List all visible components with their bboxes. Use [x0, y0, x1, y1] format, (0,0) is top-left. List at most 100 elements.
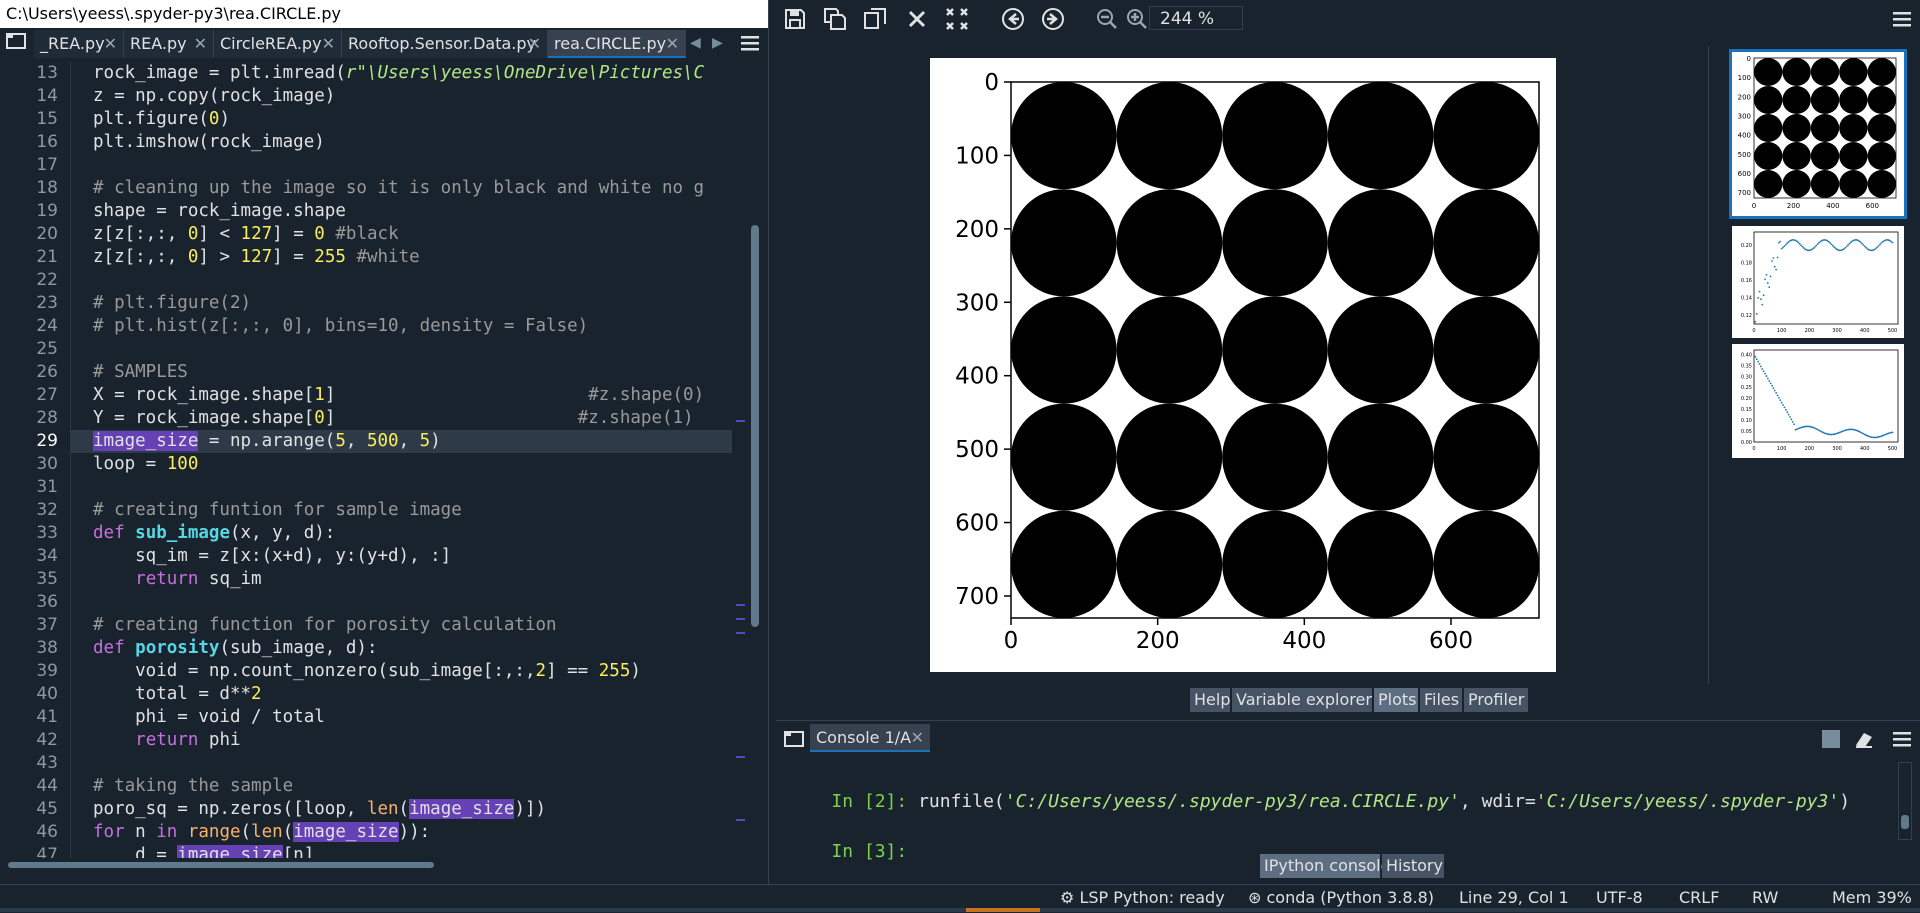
- close-tab-icon[interactable]: ✕: [666, 30, 679, 56]
- save-icon[interactable]: [782, 6, 808, 32]
- scrollbar-thumb[interactable]: [751, 225, 759, 627]
- copy-icon[interactable]: [862, 6, 888, 32]
- close-tab-icon[interactable]: ✕: [194, 30, 207, 58]
- circle-mark: [1327, 189, 1434, 297]
- close-all-icon[interactable]: [944, 6, 970, 32]
- tab-profiler[interactable]: Profiler: [1464, 688, 1528, 712]
- zoom-level-input[interactable]: 244 %: [1149, 6, 1243, 30]
- close-tab-icon[interactable]: ✕: [322, 30, 335, 58]
- tab-rea-circle[interactable]: rea.CIRCLE.py ✕: [548, 30, 686, 58]
- code-line[interactable]: poro_sq = np.zeros([loop, len(image_size…: [93, 798, 546, 821]
- zoom-out-icon[interactable]: [1094, 6, 1120, 32]
- scroll-tabs-left-icon[interactable]: ◀: [690, 32, 706, 54]
- code-line[interactable]: z[z[:,:, 0] > 127] = 255 #white: [93, 246, 420, 269]
- code-line[interactable]: z[z[:,:, 0] < 127] = 0 #black: [93, 223, 399, 246]
- clear-console-icon[interactable]: [1852, 728, 1876, 750]
- scatter-point: [1812, 247, 1815, 250]
- line-number: 32: [36, 500, 58, 520]
- code-editor[interactable]: 13 14 15 16 17 18 19 20 21 22 23 24 25 26 27 28 29 30 31 32…: [0, 62, 748, 858]
- circle-mark: [1116, 82, 1223, 190]
- close-tab-icon[interactable]: ✕: [528, 30, 541, 58]
- tab-help[interactable]: Help: [1190, 688, 1230, 712]
- scatter-point: [1778, 396, 1780, 399]
- scroll-tabs-right-icon[interactable]: ▶: [712, 32, 728, 54]
- code-line[interactable]: void = np.count_nonzero(sub_image[:,:,2]…: [93, 660, 641, 683]
- plots-options-menu-icon[interactable]: [1890, 8, 1914, 30]
- thumbnail-3[interactable]: 0 100 200 300 400 500 0.40 0.35 0.30 0.25 0.20 0.15…: [1732, 344, 1904, 458]
- scatter-point: [1775, 392, 1778, 394]
- circle-mark: [1782, 142, 1811, 170]
- code-line[interactable]: for n in range(len(image_size)):: [93, 821, 430, 844]
- y-tick-label: 0.40: [1741, 352, 1752, 358]
- code-line[interactable]: phi = void / total: [93, 706, 325, 729]
- circle-mark: [1839, 86, 1868, 114]
- editor-horizontal-scrollbar[interactable]: [4, 860, 744, 870]
- scrollbar-thumb[interactable]: [1901, 815, 1909, 829]
- tab-history[interactable]: History: [1382, 854, 1444, 878]
- code-line[interactable]: shape = rock_image.shape: [93, 200, 346, 223]
- code-line[interactable]: # plt.figure(2): [93, 292, 251, 315]
- scatter-point: [1766, 282, 1769, 284]
- close-tab-icon[interactable]: ✕: [104, 30, 117, 58]
- scrollbar-thumb[interactable]: [8, 862, 434, 868]
- code-line[interactable]: # cleaning up the image so it is only bl…: [93, 177, 704, 200]
- scatter-point: [1760, 365, 1762, 368]
- stop-kernel-icon[interactable]: [1822, 730, 1840, 748]
- code-line[interactable]: X = rock_image.shape[1] #z.shape(0): [93, 384, 704, 407]
- code-line[interactable]: # creating funtion for sample image: [93, 499, 462, 522]
- console-tab[interactable]: Console 1/A ✕: [810, 724, 930, 752]
- tab-files[interactable]: Files: [1420, 688, 1462, 712]
- editor-vertical-scrollbar[interactable]: [748, 62, 762, 858]
- scatter-point: [1758, 363, 1761, 365]
- tab-rooftop-sensor-data[interactable]: Rooftop.Sensor.Data.py ✕: [342, 30, 548, 58]
- console-scrollbar[interactable]: [1898, 762, 1912, 840]
- code-line[interactable]: d = image_size[n]: [93, 844, 314, 858]
- close-icon[interactable]: [904, 6, 930, 32]
- next-icon[interactable]: [1040, 6, 1066, 32]
- scatter-point: [1833, 246, 1836, 249]
- previous-icon[interactable]: [1000, 6, 1026, 32]
- tab-options-menu-icon[interactable]: [738, 32, 762, 54]
- code-line[interactable]: sq_im = z[x:(x+d), y:(y+d), :]: [93, 545, 451, 568]
- y-tick-label: 0.20: [1741, 243, 1752, 249]
- code-line[interactable]: def sub_image(x, y, d):: [93, 522, 335, 545]
- code-line[interactable]: plt.imshow(rock_image): [93, 131, 325, 154]
- tab-rea[interactable]: REA.py ✕: [124, 30, 214, 58]
- scatter-point: [1766, 377, 1769, 380]
- zoom-in-icon[interactable]: [1124, 6, 1150, 32]
- thumbnail-2[interactable]: 0 100 200 300 400 500 0.20 0.18 0.16 0.14 0.12: [1732, 226, 1904, 338]
- x-tick-label: 200: [1805, 446, 1815, 452]
- tab-variable-explorer[interactable]: Variable explorer: [1232, 688, 1372, 712]
- console-options-menu-icon[interactable]: [1890, 728, 1914, 750]
- code-line[interactable]: def porosity(sub_image, d):: [93, 637, 378, 660]
- code-line[interactable]: # creating function for porosity calcula…: [93, 614, 557, 637]
- tab-ipython-console[interactable]: IPython console: [1260, 854, 1390, 878]
- circle-mark: [1327, 82, 1434, 190]
- line-number: 46: [36, 822, 58, 842]
- code-line[interactable]: # plt.hist(z[:,:, 0], bins=10, density =…: [93, 315, 588, 338]
- code-line[interactable]: loop = 100: [93, 453, 198, 476]
- code-line[interactable]: total = d**2: [93, 683, 261, 706]
- code-line[interactable]: image_size = np.arange(5, 500, 5): [93, 430, 441, 453]
- tab-plots[interactable]: Plots: [1374, 688, 1418, 712]
- scatter-point: [1771, 384, 1773, 387]
- tab-rea-underscore[interactable]: _REA.py ✕: [34, 30, 124, 58]
- scatter-point: [1874, 247, 1877, 250]
- code-line[interactable]: plt.figure(0): [93, 108, 230, 131]
- code-line[interactable]: return sq_im: [93, 568, 261, 591]
- browse-tabs-icon[interactable]: [4, 30, 28, 52]
- save-all-icon[interactable]: [822, 6, 848, 32]
- thumbnail-1[interactable]: 0 200 400 600 0 100 200 300 400 500 600 700: [1729, 49, 1907, 219]
- code-line[interactable]: Y = rock_image.shape[0] #z.shape(1): [93, 407, 694, 430]
- console-output[interactable]: In [2]: runfile('C:/Users/yeess/.spyder-…: [782, 760, 1902, 862]
- y-tick-label: 300: [955, 290, 999, 316]
- code-line[interactable]: # taking the sample: [93, 775, 293, 798]
- code-line[interactable]: return phi: [93, 729, 240, 752]
- browse-consoles-icon[interactable]: [782, 728, 806, 750]
- code-line[interactable]: # SAMPLES: [93, 361, 188, 384]
- code-line[interactable]: z = np.copy(rock_image): [93, 85, 335, 108]
- close-console-icon[interactable]: ✕: [911, 724, 924, 752]
- y-tick-label: 0.14: [1741, 296, 1752, 302]
- tab-circlerea[interactable]: CircleREA.py ✕: [214, 30, 342, 58]
- code-line[interactable]: rock_image = plt.imread(r"\Users\yeess\O…: [93, 62, 704, 85]
